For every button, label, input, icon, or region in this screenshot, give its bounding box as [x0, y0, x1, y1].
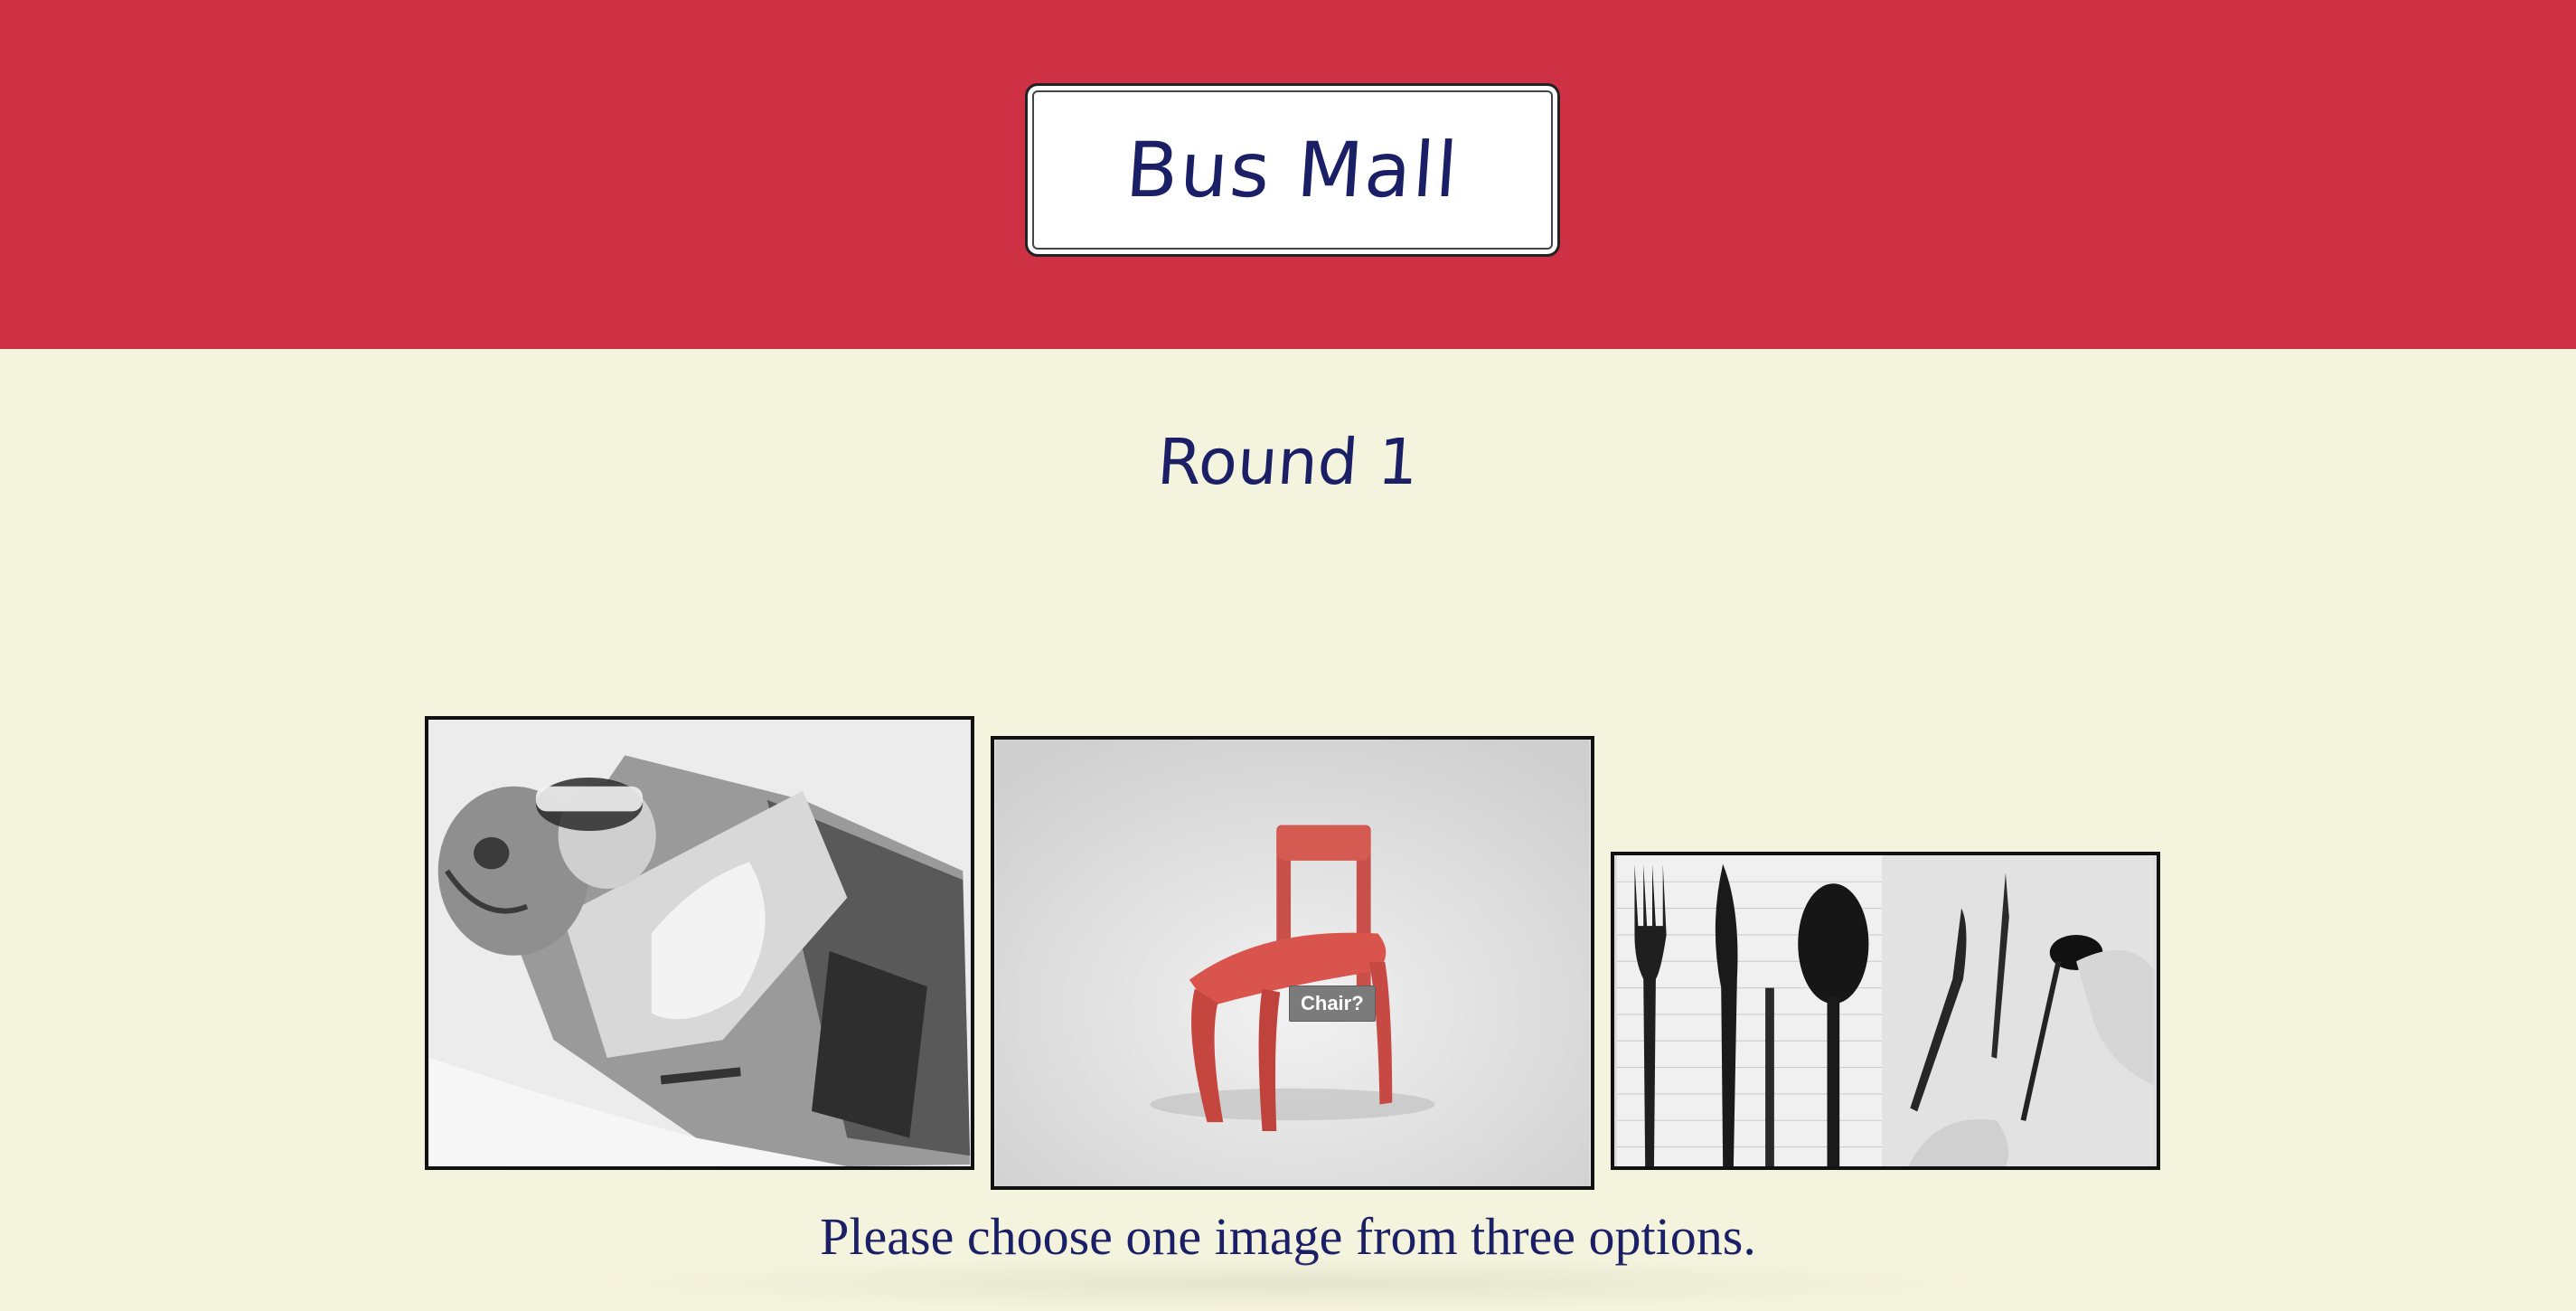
utensil-pens-image-icon: [1616, 855, 2155, 1166]
site-header: Bus Mall: [0, 0, 2576, 349]
chair-image-icon: [995, 740, 1590, 1186]
product-image-utensil-pens[interactable]: [1611, 852, 2160, 1170]
site-title: Bus Mall: [1123, 126, 1462, 214]
chair-tooltip: Chair?: [1289, 986, 1376, 1022]
sleeping-bag-image-icon: [428, 720, 971, 1166]
product-image-sleeping-bag[interactable]: [425, 716, 974, 1170]
product-image-chair[interactable]: [991, 736, 1594, 1190]
round-label: Round 1: [1154, 425, 1422, 499]
results-area-shadow: [578, 1257, 1998, 1311]
title-box: Bus Mall: [1025, 83, 1560, 257]
